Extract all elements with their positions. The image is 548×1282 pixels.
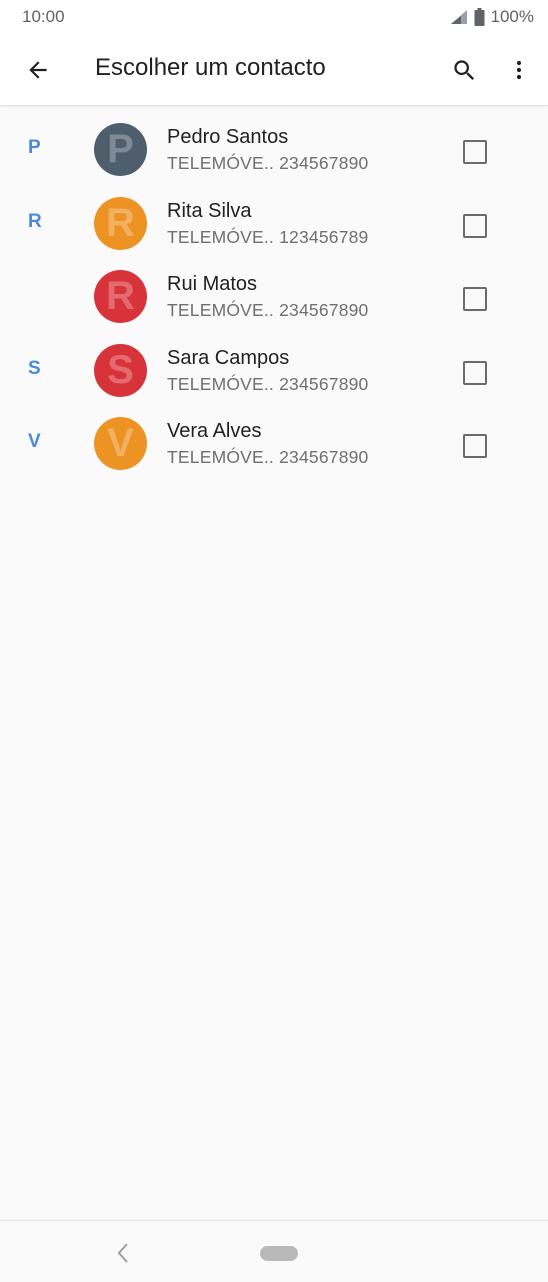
contact-phone: TELEMÓVE.. 234567890 — [167, 447, 369, 468]
battery-icon — [474, 8, 485, 26]
contact-phone: TELEMÓVE.. 234567890 — [167, 153, 369, 174]
chevron-left-icon — [117, 1243, 128, 1263]
avatar: S — [94, 343, 147, 397]
back-button[interactable] — [18, 50, 58, 90]
avatar: R — [94, 196, 147, 250]
section-letter: S — [28, 357, 41, 379]
section-letter: P — [28, 137, 41, 158]
phone-label: TELEMÓVE.. — [167, 226, 275, 247]
phone-number: 234567890 — [279, 153, 369, 173]
contact-row[interactable]: P P Pedro Santos TELEMÓVE.. 234567890 — [0, 113, 548, 187]
contact-name: Vera Alves — [167, 420, 262, 442]
phone-number: 234567890 — [279, 300, 369, 320]
contact-name: Rita Silva — [167, 199, 252, 222]
status-bar: 10:00 100% — [0, 0, 548, 34]
contact-checkbox[interactable] — [463, 434, 487, 458]
phone-label: TELEMÓVE.. — [167, 373, 275, 394]
signal-icon — [450, 10, 467, 24]
contact-phone: TELEMÓVE.. 234567890 — [167, 300, 369, 321]
phone-number: 234567890 — [279, 373, 369, 394]
more-options-button[interactable] — [500, 50, 538, 90]
more-vert-icon — [516, 60, 522, 80]
contact-row[interactable]: R Rui Matos TELEMÓVE.. 234567890 — [0, 260, 548, 334]
phone-number: 123456789 — [279, 226, 369, 247]
contact-row[interactable]: R R Rita Silva TELEMÓVE.. 123456789 — [0, 187, 548, 261]
contact-checkbox[interactable] — [463, 360, 487, 385]
home-pill-icon[interactable] — [260, 1246, 298, 1261]
search-button[interactable] — [444, 50, 484, 90]
avatar: P — [94, 123, 147, 176]
phone-label: TELEMÓVE.. — [167, 447, 275, 467]
contact-name: Pedro Santos — [167, 126, 289, 148]
contact-row[interactable]: S S Sara Campos TELEMÓVE.. 234567890 — [0, 334, 548, 408]
page-title: Escolher um contacto — [95, 54, 326, 81]
contact-phone: TELEMÓVE.. 234567890 — [167, 374, 369, 395]
phone-label: TELEMÓVE.. — [167, 153, 275, 173]
search-icon — [453, 59, 474, 80]
section-letter: R — [28, 210, 42, 232]
contact-name: Sara Campos — [167, 346, 290, 369]
navigation-bar — [0, 1220, 548, 1282]
avatar-initial: P — [107, 127, 134, 171]
avatar-initial: S — [107, 347, 134, 392]
contact-phone: TELEMÓVE.. 123456789 — [167, 227, 369, 248]
nav-back-button[interactable] — [110, 1239, 136, 1267]
avatar-initial: R — [106, 200, 135, 245]
status-indicators: 100% — [450, 7, 534, 27]
contact-checkbox[interactable] — [463, 213, 487, 238]
avatar-initial: R — [106, 274, 135, 318]
phone-label: TELEMÓVE.. — [167, 300, 275, 320]
contact-name: Rui Matos — [167, 273, 258, 295]
avatar-initial: V — [107, 421, 134, 465]
contact-row[interactable]: V V Vera Alves TELEMÓVE.. 234567890 — [0, 407, 548, 481]
contact-checkbox[interactable] — [463, 287, 487, 311]
avatar: R — [94, 270, 147, 323]
app-bar: Escolher um contacto — [0, 34, 548, 106]
contact-list: P P Pedro Santos TELEMÓVE.. 234567890 R … — [0, 113, 548, 481]
arrow-left-icon — [29, 61, 47, 79]
battery-level: 100% — [490, 7, 534, 26]
status-time: 10:00 — [22, 7, 65, 26]
contact-checkbox[interactable] — [463, 140, 487, 164]
avatar: V — [94, 417, 147, 470]
phone-number: 234567890 — [279, 447, 369, 467]
section-letter: V — [28, 431, 41, 452]
